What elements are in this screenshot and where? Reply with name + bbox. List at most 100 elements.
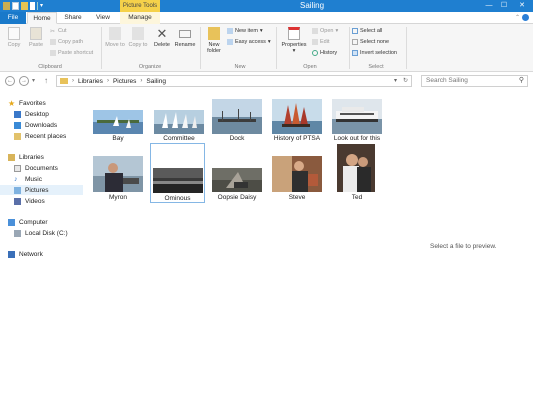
window-title: Sailing bbox=[300, 1, 325, 10]
tab-home[interactable]: Home bbox=[27, 12, 57, 24]
paste-icon bbox=[30, 27, 42, 40]
forward-button[interactable]: → bbox=[19, 76, 29, 86]
properties-button[interactable]: Properties ▾ bbox=[279, 27, 309, 54]
nav-network[interactable]: Network bbox=[8, 249, 91, 259]
file-name: History of PTSA bbox=[273, 135, 321, 142]
network-icon bbox=[8, 250, 15, 258]
history-of-ptsa-thumbnail bbox=[272, 99, 322, 134]
tab-share[interactable]: Share bbox=[60, 12, 86, 24]
copy-to-button[interactable]: Copy to bbox=[127, 27, 149, 48]
tab-view[interactable]: View bbox=[90, 12, 116, 24]
file-name: Dock bbox=[229, 135, 245, 142]
nav-favorites[interactable]: ★ Favorites bbox=[8, 98, 91, 108]
title-bar: ▾ Picture Tools Sailing — ☐ ✕ bbox=[0, 0, 533, 12]
group-divider bbox=[276, 27, 277, 69]
rename-icon bbox=[179, 30, 191, 38]
videos-icon bbox=[14, 197, 21, 205]
new-group-label: New bbox=[234, 64, 246, 70]
new-item-button[interactable]: New item ▾ bbox=[227, 28, 263, 34]
music-icon: ♪ bbox=[14, 175, 18, 183]
back-arrow-icon: ← bbox=[7, 78, 13, 84]
move-to-icon bbox=[109, 27, 121, 40]
new-folder-button[interactable]: New folder bbox=[203, 27, 225, 54]
file-tile[interactable]: Myron bbox=[90, 154, 146, 208]
select-group-label: Select bbox=[368, 64, 384, 70]
back-button[interactable]: ← bbox=[5, 76, 15, 86]
navigation-pane: ★ Favorites Desktop Downloads Recent plac… bbox=[0, 92, 83, 400]
dock-thumbnail bbox=[212, 99, 262, 134]
paste-shortcut-button[interactable]: Paste shortcut bbox=[50, 50, 93, 56]
nav-libraries[interactable]: Libraries bbox=[8, 152, 91, 162]
file-tile[interactable]: Bay bbox=[90, 94, 146, 148]
minimize-button[interactable]: — bbox=[482, 0, 496, 12]
invert-selection-button[interactable]: Invert selection bbox=[352, 50, 397, 56]
myron-thumbnail bbox=[93, 156, 143, 192]
nav-pictures[interactable]: Pictures bbox=[0, 185, 83, 195]
properties-icon bbox=[288, 27, 300, 40]
breadcrumb-pictures[interactable]: Pictures bbox=[113, 78, 136, 85]
file-tile[interactable]: Ted bbox=[329, 144, 385, 208]
oopsie-daisy-thumbnail bbox=[212, 168, 262, 192]
new-folder-icon[interactable] bbox=[21, 2, 28, 10]
file-tile[interactable]: Steve bbox=[269, 154, 325, 208]
file-tile[interactable]: History of PTSA bbox=[269, 94, 325, 148]
history-button[interactable]: History bbox=[312, 50, 337, 56]
file-name: Bay bbox=[112, 135, 124, 142]
chevron-down-icon[interactable]: ▾ bbox=[394, 76, 397, 86]
tab-manage[interactable]: Manage bbox=[120, 12, 160, 24]
easy-access-button[interactable]: Easy access ▾ bbox=[227, 39, 271, 45]
folder-icon[interactable] bbox=[3, 2, 10, 10]
edit-button[interactable]: Edit bbox=[312, 39, 329, 45]
search-input[interactable]: Search Sailing ⚲ bbox=[421, 75, 528, 87]
group-divider bbox=[349, 27, 350, 69]
chevron-right-icon: › bbox=[72, 78, 74, 84]
select-all-button[interactable]: Select all bbox=[352, 28, 382, 34]
cut-button[interactable]: ✂ Cut bbox=[50, 28, 67, 35]
committee-thumbnail bbox=[154, 110, 204, 134]
dropdown-arrow-icon: ▾ bbox=[335, 28, 339, 34]
file-tile[interactable]: Dock bbox=[209, 94, 265, 148]
open-button[interactable]: Open ▾ bbox=[312, 28, 338, 34]
ribbon-tabs: File Home Share View Manage ⌃ bbox=[0, 12, 533, 24]
easy-access-icon bbox=[227, 39, 233, 45]
copy-to-icon bbox=[132, 27, 144, 40]
breadcrumb-sailing[interactable]: Sailing bbox=[146, 78, 166, 85]
file-tile[interactable]: Look out for this bbox=[329, 94, 385, 148]
help-icon[interactable] bbox=[522, 14, 529, 21]
rename-button[interactable]: Rename bbox=[174, 27, 196, 48]
paste-button[interactable]: Paste bbox=[26, 27, 46, 48]
documents-icon bbox=[14, 164, 21, 172]
delete-button[interactable]: ✕ Delete bbox=[151, 27, 173, 48]
look-out-for-this-thumbnail bbox=[332, 99, 382, 134]
file-tile-selected[interactable]: Ominous bbox=[150, 143, 205, 203]
file-name: Look out for this bbox=[333, 135, 381, 142]
recent-places-icon bbox=[14, 132, 21, 140]
move-to-button[interactable]: Move to bbox=[104, 27, 126, 48]
nav-computer[interactable]: Computer bbox=[8, 217, 91, 227]
address-field[interactable]: › Libraries › Pictures › Sailing ▾ ↻ bbox=[56, 75, 412, 87]
properties-icon[interactable] bbox=[12, 2, 19, 10]
tab-file[interactable]: File bbox=[0, 12, 26, 24]
select-none-button[interactable]: Select none bbox=[352, 39, 389, 45]
edit-icon bbox=[312, 39, 318, 45]
refresh-icon[interactable]: ↻ bbox=[403, 76, 408, 86]
recent-locations-icon[interactable]: ▾ bbox=[32, 76, 35, 86]
file-tile[interactable]: Committee bbox=[151, 94, 207, 148]
expand-ribbon-icon[interactable]: ⌃ bbox=[515, 14, 520, 22]
breadcrumb-libraries[interactable]: Libraries bbox=[78, 78, 103, 85]
customize-chevron-icon[interactable]: ▾ bbox=[40, 2, 46, 10]
file-tile[interactable]: Oopsie Daisy bbox=[209, 154, 265, 208]
copy-path-button[interactable]: Copy path bbox=[50, 39, 83, 45]
star-icon: ★ bbox=[8, 98, 16, 108]
ominous-thumbnail bbox=[153, 168, 203, 193]
ted-thumbnail bbox=[337, 144, 375, 192]
up-arrow-icon[interactable]: ↑ bbox=[44, 76, 48, 86]
close-button[interactable]: ✕ bbox=[511, 0, 533, 12]
page-icon[interactable] bbox=[30, 2, 35, 10]
chevron-right-icon: › bbox=[140, 78, 143, 84]
scissors-icon: ✂ bbox=[50, 29, 56, 35]
maximize-button[interactable]: ☐ bbox=[497, 0, 511, 12]
copy-button[interactable]: Copy bbox=[4, 27, 24, 48]
group-divider bbox=[101, 27, 102, 69]
bay-thumbnail bbox=[93, 110, 143, 134]
